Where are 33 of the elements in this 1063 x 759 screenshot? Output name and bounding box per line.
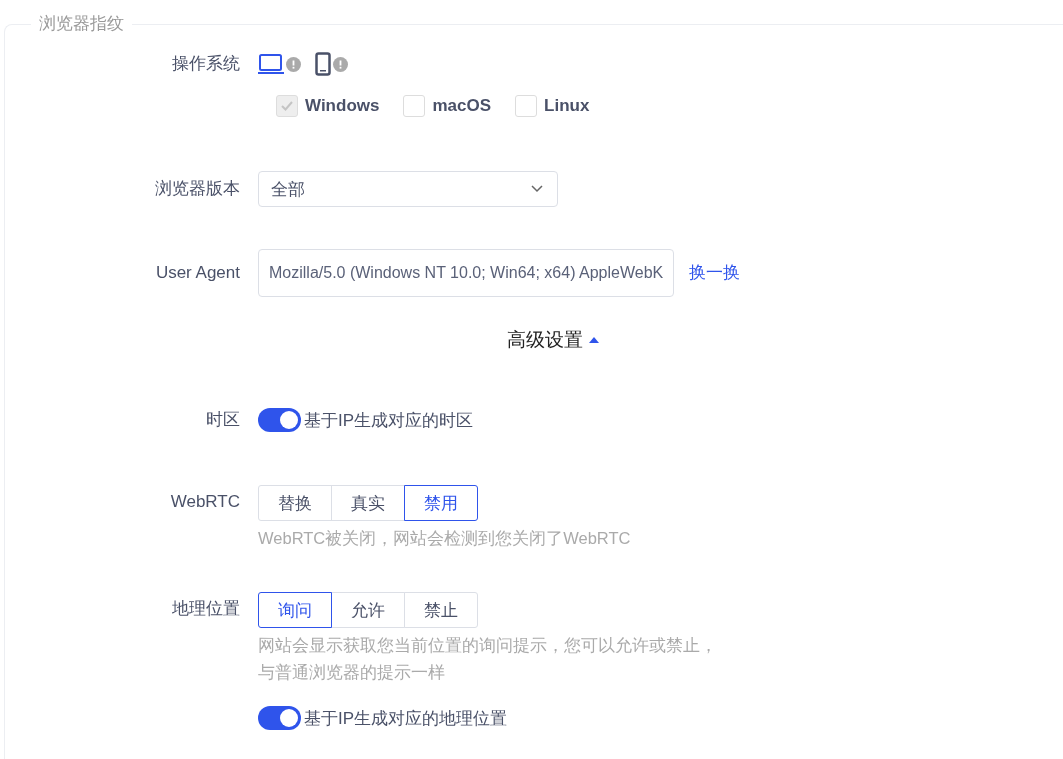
info-icon[interactable] xyxy=(286,56,301,72)
checkbox-label: macOS xyxy=(432,96,492,116)
toggle-label: 基于IP生成对应的时区 xyxy=(304,409,474,432)
toggle-switch[interactable] xyxy=(258,408,301,432)
checkbox-label: Windows xyxy=(305,96,380,116)
field-label: 操作系统 xyxy=(171,53,241,75)
segment-option[interactable]: 真实 xyxy=(331,485,405,521)
field-label: 时区 xyxy=(205,409,241,431)
refresh-link[interactable]: 换一换 xyxy=(689,249,741,297)
field-label: 浏览器版本 xyxy=(154,178,241,200)
segment-option[interactable]: 替换 xyxy=(258,485,332,521)
segment-option[interactable]: 禁用 xyxy=(404,485,478,521)
check-icon xyxy=(281,101,293,111)
chevron-down-icon xyxy=(531,185,543,193)
checkbox[interactable] xyxy=(515,95,538,117)
segment-option[interactable]: 询问 xyxy=(258,592,332,628)
laptop-icon[interactable] xyxy=(258,53,284,75)
segment-option[interactable]: 允许 xyxy=(331,592,405,628)
toggle-switch[interactable] xyxy=(258,706,301,730)
checkbox[interactable] xyxy=(403,95,426,117)
section-title: 浏览器指纹 xyxy=(31,13,132,35)
toggle-label: 基于IP生成对应的地理位置 xyxy=(304,707,508,730)
version-select[interactable]: 全部 xyxy=(258,171,558,207)
field-label: WebRTC xyxy=(169,491,241,513)
hint-text: WebRTC被关闭，网站会检测到您关闭了WebRTC xyxy=(258,528,631,549)
hint-text: 网站会显示获取您当前位置的询问提示，您可以允许或禁止，与普通浏览器的提示一样 xyxy=(258,635,718,683)
field-label: User Agent xyxy=(154,262,241,284)
checkbox-label: Linux xyxy=(544,96,590,116)
field-label: 地理位置 xyxy=(171,598,241,620)
advanced-settings-toggle[interactable]: 高级设置 xyxy=(507,327,599,353)
phone-icon[interactable] xyxy=(315,52,331,76)
user-agent-field[interactable]: Mozilla/5.0 (Windows NT 10.0; Win64; x64) AppleWebK xyxy=(258,249,675,297)
segment-option[interactable]: 禁止 xyxy=(404,592,478,628)
